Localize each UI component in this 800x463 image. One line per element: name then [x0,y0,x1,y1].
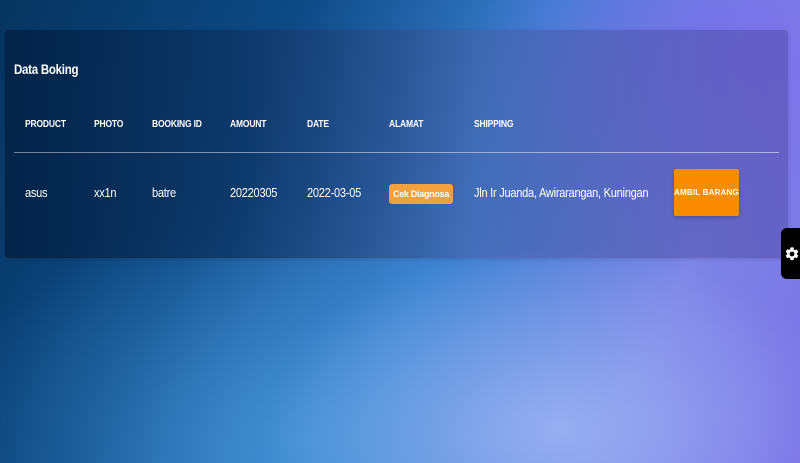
gear-icon [784,246,800,262]
cell-product: asus [25,185,48,200]
header-product: PRODUCT [25,119,66,130]
cell-photo: xx1n [94,185,117,200]
header-booking-id: BOOKING ID [152,119,202,130]
booking-card: Data Boking PRODUCT PHOTO BOOKING ID AMO… [5,30,788,258]
header-date: DATE [307,119,329,130]
cek-diagnosa-badge[interactable]: Cek Diagnosa [389,184,453,204]
header-photo: PHOTO [94,119,124,130]
header-alamat: ALAMAT [389,119,424,130]
header-amount: AMOUNT [230,119,267,130]
cell-date: 2022-03-05 [307,185,361,200]
cell-booking-id: batre [152,185,176,200]
ambil-barang-button[interactable]: AMBIL BARANG [674,169,739,216]
table-divider [14,152,779,153]
header-shipping: SHIPPING [474,119,514,130]
settings-toggle[interactable] [781,228,800,279]
card-title: Data Boking [14,61,79,77]
cell-shipping: Jln Ir Juanda, Awirarangan, Kuningan [474,185,649,200]
cell-amount: 20220305 [230,185,278,200]
